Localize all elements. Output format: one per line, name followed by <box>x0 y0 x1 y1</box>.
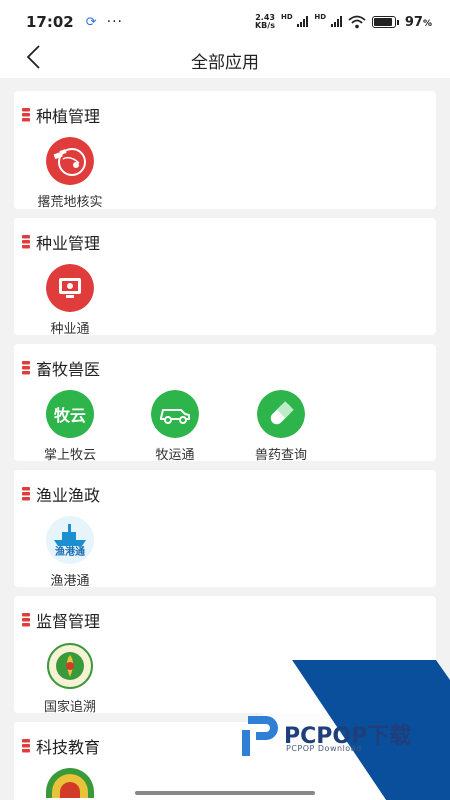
section-card-fishery: 渔业渔政 渔港通 渔港通 <box>14 470 436 589</box>
network-speed-unit: KB/s <box>254 21 275 30</box>
section-header: 种植管理 <box>22 103 100 127</box>
signal-1: HD <box>280 13 309 31</box>
section-title: 种植管理 <box>36 107 101 126</box>
app-vet-drug-query[interactable]: 兽药查询 <box>233 390 329 463</box>
section-title: 畜牧兽医 <box>36 360 101 379</box>
app-abandoned-land-check[interactable]: 撂荒地核实 <box>22 137 118 210</box>
app-label: 掌上牧云 <box>43 448 96 463</box>
battery-icon <box>371 16 399 28</box>
section-card-livestock: 畜牧兽医 牧云 掌上牧云 牧运通 兽药查询 <box>14 344 436 463</box>
app-label: 种业通 <box>50 322 90 337</box>
ship-icon: 渔港通 <box>46 516 94 564</box>
app-list[interactable]: 种植管理 撂荒地核实 种业管理 种业通 畜牧兽医 牧云 掌上牧云 牧运通 兽药查… <box>0 78 450 800</box>
section-title: 科技教育 <box>36 738 101 757</box>
app-seed-industry[interactable]: 种业通 <box>22 264 118 337</box>
network-speed: 2.43 KB/s <box>255 14 275 30</box>
signal-bars-icon <box>297 16 309 27</box>
hd-label-1: HD <box>280 13 293 21</box>
app-muyuntong[interactable]: 牧运通 <box>127 390 223 463</box>
muyun-logo-text: 牧云 <box>53 406 86 425</box>
page-title: 全部应用 <box>191 53 259 73</box>
section-header: 种业管理 <box>22 230 100 254</box>
battery-level: 97% <box>405 15 432 30</box>
app-label: 兽药查询 <box>254 448 307 463</box>
section-header: 渔业渔政 <box>22 482 100 506</box>
nav-bar: 全部应用 <box>0 44 450 78</box>
app-label: 牧运通 <box>155 448 195 463</box>
pcpop-logo-icon <box>242 716 278 756</box>
muyun-logo-icon: 牧云 <box>46 390 94 438</box>
status-bar: 17:02 ⟳ ··· 2.43 KB/s HD HD 97% <box>0 0 450 44</box>
section-marker-icon <box>22 739 30 753</box>
section-marker-icon <box>22 613 30 627</box>
wifi-icon <box>348 15 366 29</box>
watermark-sub: PCPOP Download <box>286 744 362 753</box>
trace-emblem-icon <box>46 642 94 690</box>
app-fishing-port[interactable]: 渔港通 渔港通 <box>22 516 118 589</box>
sync-icon: ⟳ <box>85 14 97 30</box>
signal-2: HD <box>314 13 342 31</box>
section-header: 监督管理 <box>22 608 100 632</box>
section-marker-icon <box>22 487 30 501</box>
truck-icon <box>151 390 199 438</box>
app-label: 撂荒地核实 <box>37 195 103 210</box>
section-title: 种业管理 <box>36 234 101 253</box>
monitor-icon <box>46 264 94 312</box>
section-title: 渔业渔政 <box>36 486 101 505</box>
hd-label-2: HD <box>314 13 327 21</box>
section-marker-icon <box>22 361 30 375</box>
satellite-map-icon <box>46 137 94 185</box>
section-marker-icon <box>22 108 30 122</box>
section-title: 监督管理 <box>36 612 101 631</box>
capsule-icon <box>257 390 305 438</box>
section-card-supervision: 监督管理 国家追溯 <box>14 596 436 715</box>
app-national-trace[interactable]: 国家追溯 <box>22 642 118 715</box>
section-header: 畜牧兽医 <box>22 356 100 380</box>
app-label: 渔港通 <box>50 574 90 589</box>
app-label: 国家追溯 <box>43 700 96 715</box>
app-muyun[interactable]: 牧云 掌上牧云 <box>22 390 118 463</box>
section-marker-icon <box>22 235 30 249</box>
battery-value: 97 <box>404 14 423 30</box>
status-time: 17:02 <box>26 13 74 31</box>
ship-icon-text: 渔港通 <box>55 547 85 558</box>
signal-bars-icon <box>330 16 342 27</box>
status-right: 2.43 KB/s HD HD 97% <box>255 13 432 31</box>
section-card-seed: 种业管理 种业通 <box>14 218 436 337</box>
battery-unit: % <box>422 18 432 29</box>
section-header: 科技教育 <box>22 734 100 758</box>
education-app-icon[interactable] <box>46 768 94 798</box>
home-indicator[interactable] <box>135 791 315 795</box>
section-card-planting: 种植管理 撂荒地核实 <box>14 91 436 210</box>
status-more: ··· <box>106 14 124 30</box>
